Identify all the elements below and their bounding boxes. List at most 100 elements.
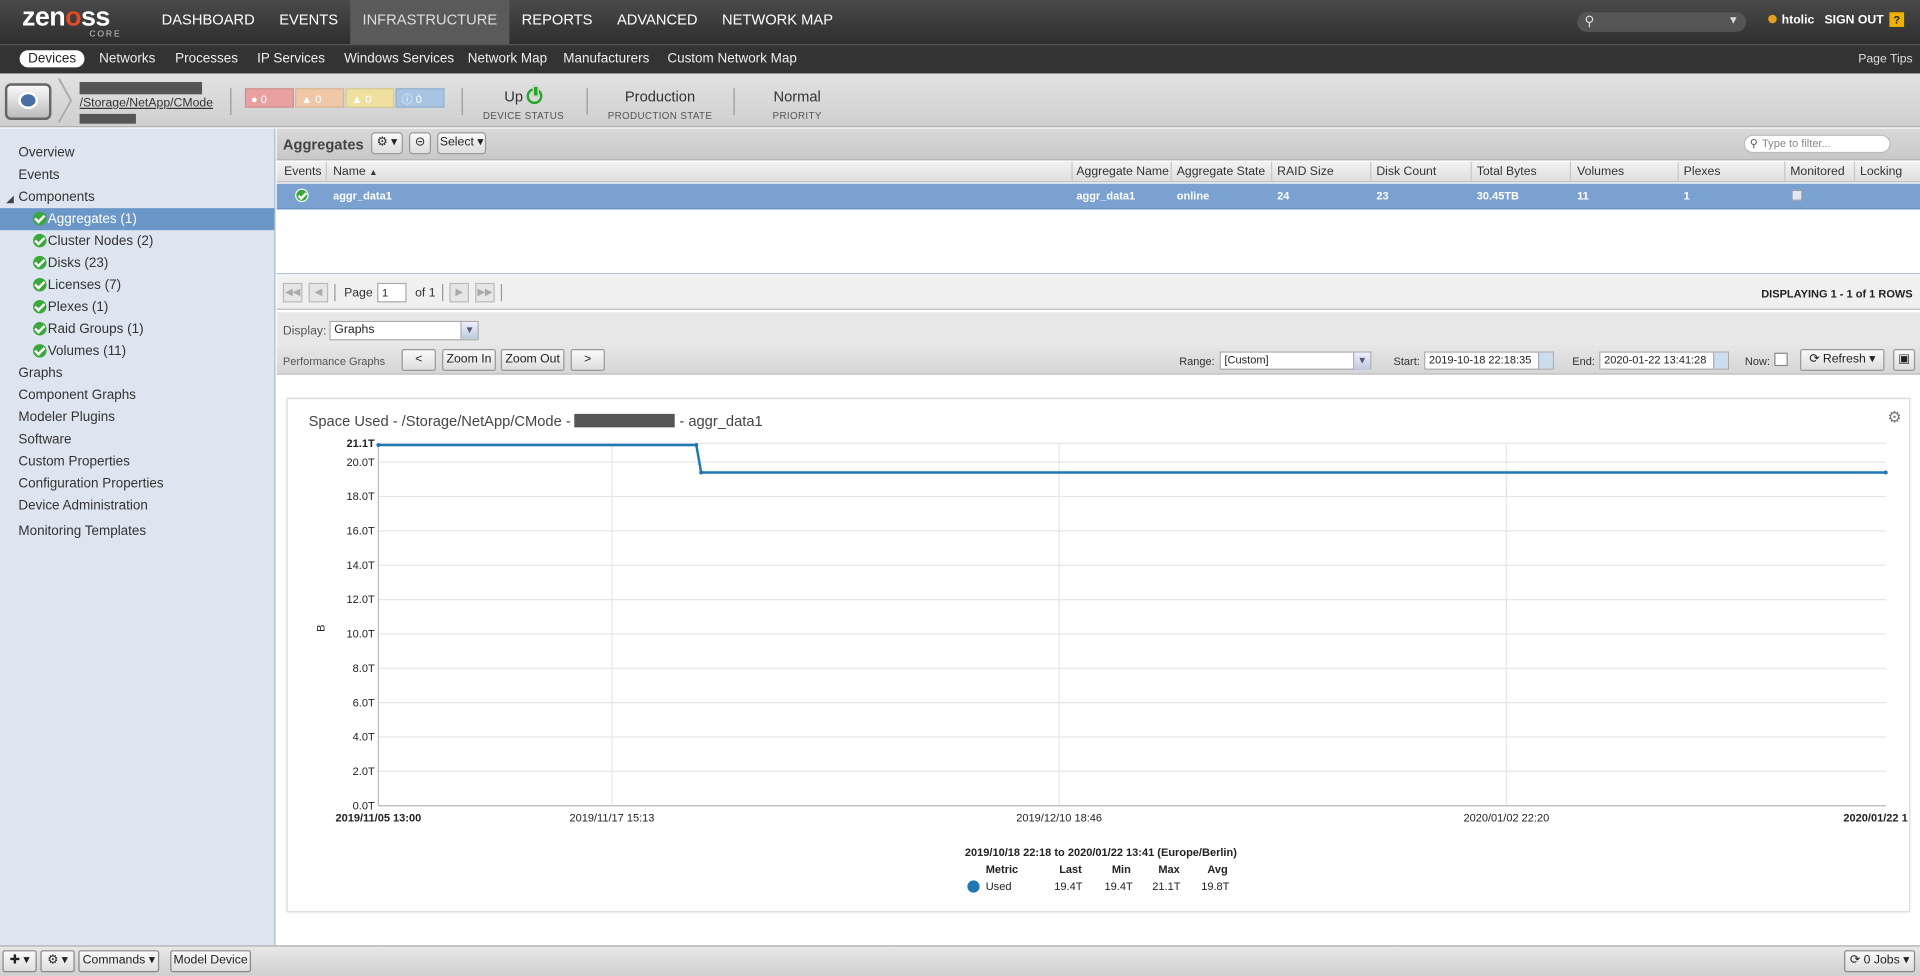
start-date-input[interactable]: 2019-10-18 22:18:35 [1424, 351, 1554, 370]
display-select[interactable]: Graphs ▼ [329, 320, 479, 341]
add-menu-button[interactable]: ✚ ▾ [2, 950, 37, 973]
now-checkbox[interactable] [1774, 352, 1788, 367]
filter-input[interactable]: ⚲ Type to filter... [1743, 134, 1891, 154]
next-range-button[interactable]: > [570, 348, 605, 372]
gear-menu-button[interactable]: ⚙ ▾ [40, 950, 75, 973]
sidebar-item-component-graphs[interactable]: Component Graphs [18, 388, 136, 403]
sidebar-item-modeler-plugins[interactable]: Modeler Plugins [18, 410, 115, 425]
sidebar-item-events[interactable]: Events [18, 168, 59, 183]
export-icon: ▣ [1898, 352, 1910, 367]
col-total-bytes[interactable]: Total Bytes [1477, 165, 1537, 178]
prev-page-icon[interactable]: ◀ [308, 282, 329, 303]
user-name[interactable]: htolic [1768, 13, 1814, 27]
page-tips-link[interactable]: Page Tips [1858, 53, 1912, 66]
subnav-processes[interactable]: Processes [175, 51, 238, 66]
subnav-custom-network-map[interactable]: Custom Network Map [667, 51, 797, 66]
col-disk-count[interactable]: Disk Count [1376, 165, 1436, 178]
sidebar-item-overview[interactable]: Overview [18, 146, 74, 161]
prev-range-button[interactable]: < [401, 348, 436, 372]
sign-out-link[interactable]: SIGN OUT [1825, 13, 1884, 26]
subnav-networks[interactable]: Networks [99, 51, 155, 66]
page-number-input[interactable]: 1 [377, 282, 407, 303]
production-state: Production [624, 88, 696, 106]
x-tick-label: 2019/11/05 13:00 [335, 813, 421, 825]
collapse-triangle-icon[interactable]: ◢ [6, 193, 14, 204]
nav-infrastructure[interactable]: INFRASTRUCTURE [350, 0, 510, 45]
nav-dashboard[interactable]: DASHBOARD [149, 0, 267, 44]
col-monitored[interactable]: Monitored [1790, 165, 1844, 178]
chevron-down-icon[interactable]: ▼ [1728, 13, 1739, 25]
zenoss-logo[interactable]: zenoss CORE [22, 3, 120, 39]
chevron-down-icon[interactable]: ▼ [1353, 352, 1371, 370]
device-class-path[interactable]: /Storage/NetApp/CMode [80, 97, 213, 110]
gear-icon: ⚙ [376, 135, 388, 150]
help-icon[interactable]: ? [1889, 12, 1905, 27]
sidebar-item-aggregates[interactable]: Aggregates (1) [0, 208, 275, 231]
y-tick-label: 8.0T [353, 663, 375, 675]
zoom-in-button[interactable]: Zoom In [442, 348, 496, 372]
nav-advanced[interactable]: ADVANCED [605, 0, 710, 44]
y-tick-label: 6.0T [353, 697, 375, 709]
end-date-input[interactable]: 2020-01-22 13:41:28 [1599, 351, 1729, 370]
check-icon [33, 322, 47, 336]
sidebar-item-disks[interactable]: Disks (23) [0, 252, 274, 274]
chevron-down-icon[interactable]: ▼ [460, 322, 478, 340]
table-row[interactable]: aggr_data1 aggr_data1 online 24 23 30.45… [276, 183, 1920, 210]
gear-menu-button[interactable]: ⚙ ▾ [371, 132, 403, 155]
sidebar-item-components[interactable]: Components [18, 190, 94, 205]
col-aggregate-name[interactable]: Aggregate Name [1076, 165, 1169, 178]
col-locking[interactable]: Locking [1860, 165, 1902, 178]
zoom-out-button[interactable]: Zoom Out [500, 348, 565, 372]
col-events[interactable]: Events [284, 165, 321, 178]
nav-network-map[interactable]: NETWORK MAP [710, 0, 846, 44]
sidebar-item-raid-groups[interactable]: Raid Groups (1) [0, 318, 274, 340]
refresh-icon: ⟳ [1849, 953, 1861, 968]
event-error-count[interactable]: ▲ 0 [295, 88, 345, 108]
col-raid-size[interactable]: RAID Size [1277, 165, 1333, 178]
y-tick-label: 4.0T [353, 732, 375, 744]
event-critical-count[interactable]: ● 0 [244, 88, 294, 108]
refresh-button[interactable]: ⟳ Refresh ▾ [1800, 348, 1885, 372]
col-name[interactable]: Name ▲ [333, 165, 378, 178]
subnav-windows-services[interactable]: Windows Services [344, 51, 454, 66]
gear-icon: ⚙ [47, 953, 59, 968]
commands-menu-button[interactable]: Commands ▾ [78, 950, 160, 973]
monitored-checkbox[interactable] [1791, 189, 1803, 201]
sidebar-item-custom-properties[interactable]: Custom Properties [18, 454, 130, 469]
subnav-network-map[interactable]: Network Map [468, 51, 547, 66]
sidebar-item-volumes[interactable]: Volumes (11) [0, 340, 274, 362]
sidebar-item-graphs[interactable]: Graphs [18, 366, 62, 381]
sidebar-item-device-administration[interactable]: Device Administration [18, 498, 148, 513]
calendar-icon[interactable] [1537, 352, 1553, 369]
last-page-icon[interactable]: ▶▶ [475, 282, 495, 303]
col-volumes[interactable]: Volumes [1577, 165, 1624, 178]
subnav-ip-services[interactable]: IP Services [257, 51, 325, 66]
y-tick-label: 16.0T [347, 526, 375, 538]
select-menu-button[interactable]: Select ▾ [437, 132, 487, 155]
subnav-devices[interactable]: Devices [19, 50, 85, 68]
global-search-input[interactable]: ⚲ ▼ [1577, 12, 1747, 32]
legend-avg: 19.8T [1201, 880, 1230, 893]
model-device-button[interactable]: Model Device [170, 950, 252, 973]
first-page-icon[interactable]: ◀◀ [282, 282, 303, 303]
nav-events[interactable]: EVENTS [267, 0, 350, 44]
sidebar-item-monitoring-templates[interactable]: Monitoring Templates [18, 524, 146, 539]
export-graph-button[interactable]: ▣ [1893, 348, 1916, 372]
subnav-manufacturers[interactable]: Manufacturers [563, 51, 649, 66]
col-plexes[interactable]: Plexes [1684, 165, 1721, 178]
graph-panel: Space Used - /Storage/NetApp/CMode - - a… [286, 397, 1911, 913]
sidebar-item-cluster-nodes[interactable]: Cluster Nodes (2) [0, 230, 274, 252]
calendar-icon[interactable] [1713, 352, 1728, 369]
sidebar-item-licenses[interactable]: Licenses (7) [0, 274, 274, 296]
sidebar-item-configuration-properties[interactable]: Configuration Properties [18, 476, 163, 491]
jobs-button[interactable]: ⟳ 0 Jobs ▾ [1844, 950, 1916, 973]
range-select[interactable]: [Custom] ▼ [1219, 351, 1372, 370]
event-info-count[interactable]: ⓘ 0 [395, 88, 445, 108]
next-page-icon[interactable]: ▶ [449, 282, 469, 303]
sidebar-item-software[interactable]: Software [18, 432, 71, 447]
event-warning-count[interactable]: ▲ 0 [345, 88, 395, 108]
sidebar-item-plexes[interactable]: Plexes (1) [0, 296, 274, 318]
nav-reports[interactable]: REPORTS [509, 0, 604, 44]
delete-button[interactable]: ⊝ [408, 132, 432, 155]
col-aggregate-state[interactable]: Aggregate State [1177, 165, 1266, 178]
